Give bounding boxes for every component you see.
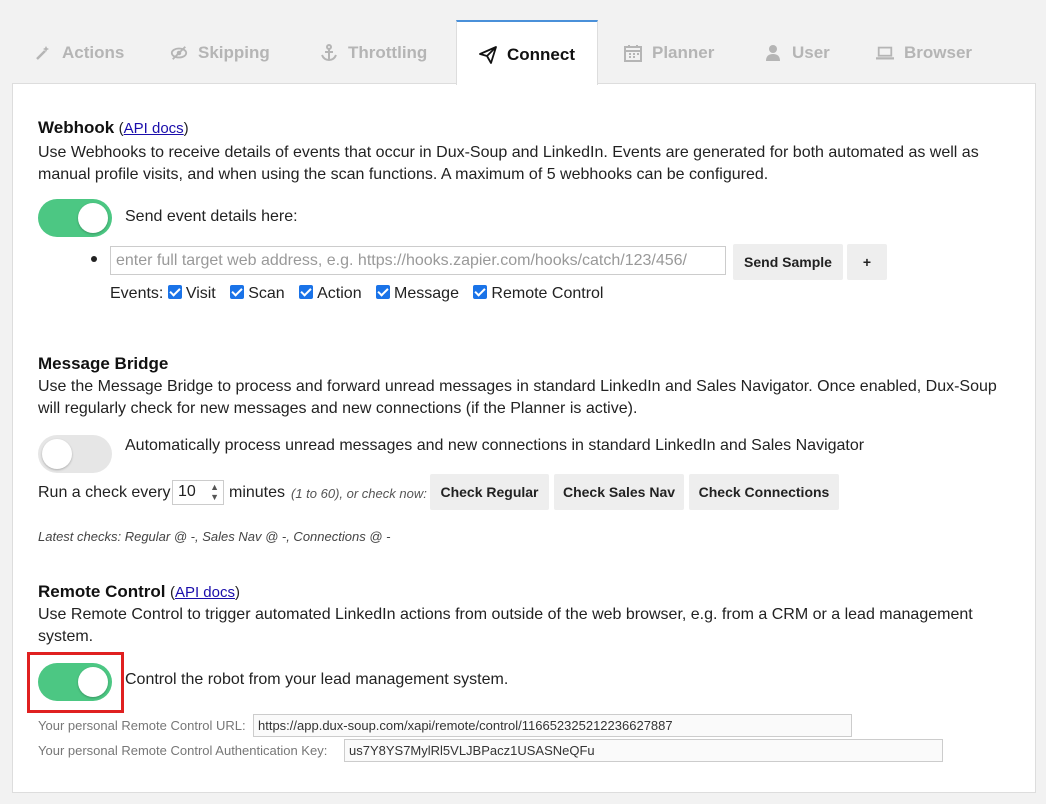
tab-user[interactable]: User	[764, 20, 830, 84]
toggle-knob	[42, 439, 72, 469]
bridge-description: Use the Message Bridge to process and fo…	[38, 378, 997, 417]
bridge-latest-checks: Latest checks: Regular @ -, Sales Nav @ …	[38, 529, 391, 544]
tab-label: Browser	[904, 43, 973, 62]
event-label: Message	[394, 285, 459, 302]
checkbox[interactable]	[473, 285, 488, 299]
event-label: Visit	[185, 285, 216, 302]
paper-plane-icon	[479, 45, 497, 64]
bridge-title: Message Bridge	[38, 354, 169, 373]
add-webhook-button[interactable]: +	[847, 244, 887, 280]
remote-url-label: Your personal Remote Control URL:	[38, 718, 246, 733]
bridge-toggle[interactable]	[38, 435, 112, 473]
event-label: Action	[317, 285, 362, 302]
tab-label: User	[792, 43, 830, 62]
remote-key-field[interactable]: us7Y8YS7MylRl5VLJBPacz1USASNeQFu	[344, 739, 943, 762]
check-connections-button[interactable]: Check Connections	[689, 474, 839, 510]
laptop-icon	[876, 44, 894, 62]
tab-label: Actions	[62, 43, 125, 62]
webhook-toggle-label: Send event details here:	[125, 208, 298, 225]
webhook-events: Events: Visit Scan Action Message Remote…	[110, 283, 613, 305]
webhook-url-input[interactable]	[110, 246, 726, 275]
checkbox[interactable]	[230, 285, 245, 299]
tab-label: Throttling	[348, 43, 428, 62]
tab-bar: Actions Skipping Throttling Connect Plan…	[12, 20, 1034, 85]
event-action[interactable]: Action	[299, 285, 362, 302]
webhook-description: Use Webhooks to receive details of event…	[38, 144, 979, 183]
bridge-minutes: minutes	[229, 484, 286, 501]
toggle-knob	[78, 667, 108, 697]
wand-icon	[34, 44, 52, 62]
tab-label: Connect	[507, 44, 575, 64]
checkbox[interactable]	[167, 285, 182, 299]
tab-actions[interactable]: Actions	[34, 20, 124, 84]
api-close-paren: )	[183, 120, 189, 137]
toggle-knob	[78, 203, 108, 233]
remote-title: Remote Control	[38, 582, 166, 601]
webhook-api-docs-link[interactable]: API docs	[124, 120, 184, 137]
bridge-toggle-label: Automatically process unread messages an…	[125, 437, 865, 454]
event-label: Remote Control	[491, 285, 604, 302]
bridge-range-note: (1 to 60), or check now:	[291, 486, 427, 501]
checkbox[interactable]	[299, 285, 314, 299]
tab-connect[interactable]: Connect	[456, 20, 598, 85]
tab-label: Planner	[652, 43, 715, 62]
check-regular-button[interactable]: Check Regular	[430, 474, 549, 510]
stepper-arrows-icon[interactable]: ▲ ▼	[210, 482, 219, 502]
remote-toggle-label: Control the robot from your lead managem…	[125, 671, 509, 688]
event-visit[interactable]: Visit	[167, 285, 216, 302]
bullet	[91, 256, 97, 262]
remote-api-docs-link[interactable]: API docs	[175, 584, 235, 601]
remote-description: Use Remote Control to trigger automated …	[38, 606, 973, 645]
remote-api-docs: (API docs)	[170, 584, 240, 601]
webhook-title: Webhook	[38, 118, 115, 137]
event-remote-control[interactable]: Remote Control	[473, 285, 603, 302]
interval-value: 10	[178, 483, 196, 500]
webhook-api-docs: (API docs)	[119, 120, 189, 137]
event-scan[interactable]: Scan	[230, 285, 285, 302]
checkbox[interactable]	[376, 285, 391, 299]
bridge-run-prefix: Run a check every	[38, 484, 171, 501]
tab-browser[interactable]: Browser	[876, 20, 972, 84]
connect-panel: Webhook (API docs) Use Webhooks to recei…	[12, 83, 1036, 793]
remote-url-field[interactable]: https://app.dux-soup.com/xapi/remote/con…	[253, 714, 852, 737]
remote-toggle[interactable]	[38, 663, 112, 701]
check-sales-nav-button[interactable]: Check Sales Nav	[554, 474, 684, 510]
calendar-icon	[624, 44, 642, 62]
tab-throttling[interactable]: Throttling	[320, 20, 427, 84]
remote-heading: Remote Control (API docs)	[38, 582, 240, 602]
api-close-paren: )	[234, 584, 240, 601]
webhook-heading: Webhook (API docs)	[38, 118, 189, 138]
event-label: Scan	[248, 285, 285, 302]
remote-key-label: Your personal Remote Control Authenticat…	[38, 743, 328, 758]
interval-stepper[interactable]: 10 ▲ ▼	[172, 480, 224, 505]
send-sample-button[interactable]: Send Sample	[733, 244, 843, 280]
tab-planner[interactable]: Planner	[624, 20, 714, 84]
eye-slash-icon	[170, 44, 188, 62]
user-icon	[764, 44, 782, 62]
anchor-icon	[320, 44, 338, 62]
tab-skipping[interactable]: Skipping	[170, 20, 270, 84]
webhook-toggle[interactable]	[38, 199, 112, 237]
event-message[interactable]: Message	[376, 285, 459, 302]
events-label: Events:	[110, 285, 164, 302]
tab-label: Skipping	[198, 43, 270, 62]
